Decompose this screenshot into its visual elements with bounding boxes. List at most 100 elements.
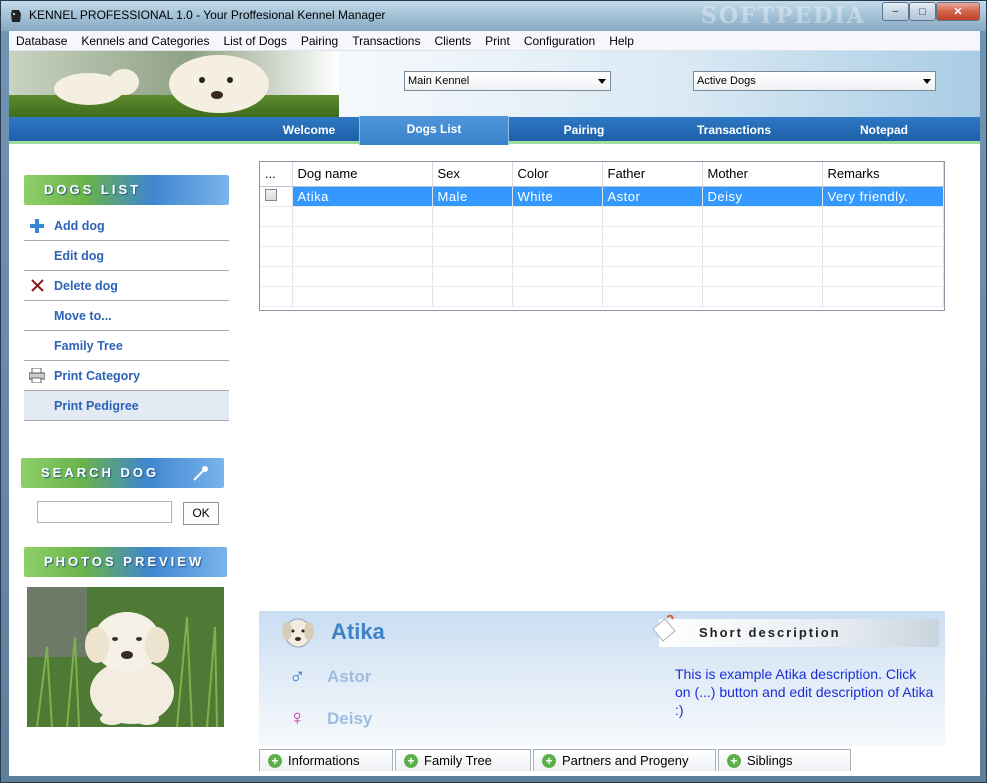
family-blank-icon: [28, 338, 46, 354]
header-banner: Main Kennel Active Dogs: [9, 51, 980, 117]
tab-family-tree-label: Family Tree: [424, 752, 492, 768]
delete-dog-label: Delete dog: [54, 278, 118, 293]
selected-dog-name: Atika: [331, 619, 385, 644]
search-dog-input[interactable]: [37, 501, 172, 523]
tab-informations-label: Informations: [288, 752, 360, 768]
app-dog-icon: [11, 10, 21, 22]
tab-transactions[interactable]: Transactions: [659, 117, 809, 144]
menu-configuration[interactable]: Configuration: [517, 31, 602, 51]
short-description-title: Short description: [699, 625, 841, 640]
menu-print[interactable]: Print: [478, 31, 517, 51]
table-header-row: ... Dog name Sex Color Father Mother Rem…: [260, 162, 944, 187]
banner-puppy-2-eye-r: [227, 77, 233, 83]
add-dog-label: Add dog: [54, 218, 105, 233]
father-name-link[interactable]: Astor: [327, 667, 371, 687]
table-row-empty: [260, 246, 944, 267]
menu-list-of-dogs[interactable]: List of Dogs: [216, 31, 293, 51]
male-icon: ♂: [289, 663, 306, 688]
delete-x-icon: [28, 278, 46, 294]
menu-help[interactable]: Help: [602, 31, 641, 51]
maximize-button[interactable]: □: [909, 2, 936, 21]
menu-transactions[interactable]: Transactions: [345, 31, 427, 51]
tab-family-tree[interactable]: + Family Tree: [395, 749, 531, 771]
banner-puppy-1-head: [109, 69, 139, 95]
photos-preview-header: PHOTOS PREVIEW: [24, 547, 227, 577]
status-select[interactable]: Active Dogs: [693, 71, 936, 91]
table-row-empty: [260, 226, 944, 247]
column-header-remarks[interactable]: Remarks: [822, 162, 944, 187]
menu-pairing[interactable]: Pairing: [294, 31, 345, 51]
minimize-button[interactable]: −: [882, 2, 909, 21]
cell-remarks: Very friendly.: [822, 186, 944, 207]
edit-blank-icon: [28, 248, 46, 264]
dog-avatar-icon: [282, 618, 314, 648]
cell-sex: Male: [432, 186, 513, 207]
client-area: Main Kennel Active Dogs Welcome Dogs Lis…: [9, 51, 980, 776]
print-category-button[interactable]: Print Category: [24, 361, 229, 391]
edit-dog-button[interactable]: Edit dog: [24, 241, 229, 271]
dogs-actions-list: Add dog Edit dog Delete dog Move to... F…: [24, 211, 229, 421]
mother-name-link[interactable]: Deisy: [327, 709, 372, 729]
add-dog-button[interactable]: Add dog: [24, 211, 229, 241]
column-header-more[interactable]: ...: [260, 162, 293, 187]
plus-circle-icon: +: [727, 753, 741, 768]
dogs-grid: ... Dog name Sex Color Father Mother Rem…: [259, 161, 945, 311]
pedigree-blank-icon: [28, 398, 46, 414]
chevron-down-icon: [598, 79, 606, 84]
tab-partners-progeny[interactable]: + Partners and Progeny: [533, 749, 716, 771]
main-tabbar: Welcome Dogs List Pairing Transactions N…: [9, 116, 980, 145]
search-dog-header: SEARCH DOG: [21, 458, 224, 488]
edit-dog-label: Edit dog: [54, 248, 104, 263]
kennel-select-value: Main Kennel: [408, 75, 470, 87]
column-header-mother[interactable]: Mother: [702, 162, 823, 187]
row-checkbox-cell[interactable]: [260, 186, 293, 207]
table-row-empty: [260, 266, 944, 287]
plus-circle-icon: +: [268, 753, 282, 768]
menu-clients[interactable]: Clients: [427, 31, 478, 51]
window-title: KENNEL PROFESSIONAL 1.0 - Your Proffesio…: [29, 8, 386, 22]
plus-circle-icon: +: [404, 753, 418, 768]
cell-color: White: [512, 186, 603, 207]
family-tree-label: Family Tree: [54, 338, 123, 353]
tab-notepad[interactable]: Notepad: [814, 117, 954, 144]
tab-welcome[interactable]: Welcome: [249, 117, 369, 144]
table-row[interactable]: Atika Male White Astor Deisy Very friend…: [260, 186, 944, 207]
cell-father: Astor: [602, 186, 703, 207]
dogs-table: ... Dog name Sex Color Father Mother Rem…: [260, 162, 944, 307]
delete-dog-button[interactable]: Delete dog: [24, 271, 229, 301]
puppy-photo-image: [27, 587, 224, 727]
dogs-list-header: DOGS LIST: [24, 175, 229, 205]
app-window: KENNEL PROFESSIONAL 1.0 - Your Proffesio…: [0, 0, 987, 783]
title-bar[interactable]: KENNEL PROFESSIONAL 1.0 - Your Proffesio…: [1, 1, 986, 31]
family-tree-button[interactable]: Family Tree: [24, 331, 229, 361]
search-ok-button[interactable]: OK: [183, 502, 219, 525]
table-row-empty: [260, 286, 944, 307]
tab-dogs-list[interactable]: Dogs List: [359, 116, 509, 145]
menu-bar: Database Kennels and Categories List of …: [9, 31, 980, 51]
kennel-select[interactable]: Main Kennel: [404, 71, 611, 91]
close-button[interactable]: ✕: [936, 2, 980, 21]
tab-informations[interactable]: + Informations: [259, 749, 393, 771]
short-description-header: Short description: [652, 615, 939, 647]
column-header-color[interactable]: Color: [512, 162, 603, 187]
table-row-empty: [260, 206, 944, 227]
banner-grass: [9, 95, 339, 117]
chevron-down-icon: [923, 79, 931, 84]
tab-siblings[interactable]: + Siblings: [718, 749, 851, 771]
window-controls: − □ ✕: [882, 2, 980, 21]
plus-icon: [28, 218, 46, 234]
column-header-father[interactable]: Father: [602, 162, 703, 187]
tab-pairing[interactable]: Pairing: [514, 117, 654, 144]
menu-database[interactable]: Database: [9, 31, 74, 51]
note-pencil-icon: [652, 615, 676, 642]
row-checkbox[interactable]: [265, 188, 277, 201]
puppies-banner-image: [9, 51, 339, 117]
print-pedigree-button[interactable]: Print Pedigree: [24, 391, 229, 421]
dog-detail-panel: Atika ♂ Astor ♀ Deisy Short description …: [259, 611, 945, 746]
move-to-button[interactable]: Move to...: [24, 301, 229, 331]
column-header-sex[interactable]: Sex: [432, 162, 513, 187]
watermark: SOFTPEDIA: [701, 3, 866, 29]
menu-kennels-categories[interactable]: Kennels and Categories: [74, 31, 216, 51]
banner-puppy-2-nose: [211, 91, 223, 99]
column-header-dog-name[interactable]: Dog name: [292, 162, 433, 187]
